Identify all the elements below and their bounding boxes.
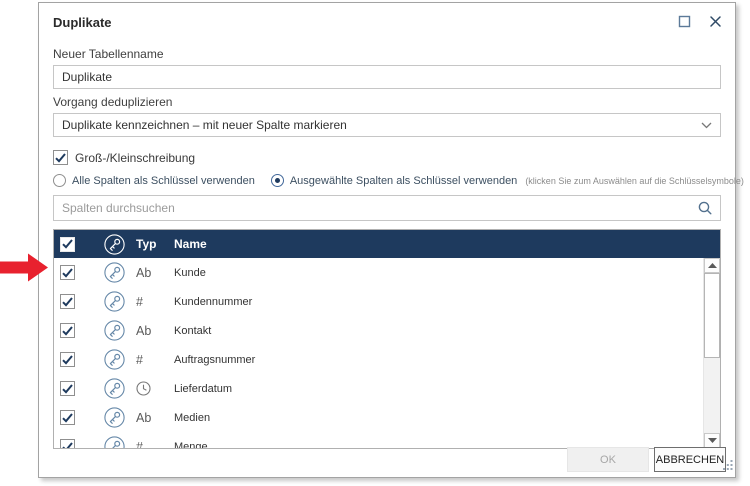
row-key-button[interactable]	[104, 436, 125, 448]
columns-table-header: Typ Name	[54, 230, 720, 258]
table-row[interactable]: Ab Kontakt	[54, 316, 720, 345]
row-checkbox[interactable]	[60, 352, 75, 367]
type-label: Ab	[136, 411, 174, 425]
table-row[interactable]: # Menge	[54, 432, 720, 448]
key-icon	[104, 262, 125, 283]
triangle-down-icon	[708, 438, 717, 443]
type-label: #	[136, 295, 174, 309]
column-name: Kontakt	[174, 325, 720, 337]
table-row[interactable]: Ab Kunde	[54, 258, 720, 287]
maximize-button[interactable]	[677, 14, 692, 29]
row-key-button[interactable]	[104, 349, 125, 370]
cancel-button[interactable]: ABBRECHEN	[654, 447, 726, 472]
case-sensitivity-checkbox[interactable]	[53, 150, 68, 165]
column-search-input[interactable]	[62, 201, 698, 215]
case-sensitivity-label: Groß-/Kleinschreibung	[75, 151, 195, 165]
type-label: Ab	[136, 266, 174, 280]
key-icon	[104, 436, 125, 448]
column-search-box	[53, 195, 721, 221]
check-icon	[62, 268, 73, 278]
row-key-button[interactable]	[104, 262, 125, 283]
radio-selected-columns-label: Ausgewählte Spalten als Schlüssel verwen…	[290, 175, 517, 187]
columns-table: Typ Name Ab Kunde # Kundennummer	[53, 229, 721, 449]
column-header-name: Name	[174, 237, 720, 251]
key-icon	[104, 234, 125, 255]
table-row[interactable]: # Kundennummer	[54, 287, 720, 316]
table-row[interactable]: # Auftragsnummer	[54, 345, 720, 374]
ok-button[interactable]: OK	[567, 447, 649, 472]
row-checkbox[interactable]	[60, 410, 75, 425]
row-checkbox[interactable]	[60, 294, 75, 309]
window-controls	[677, 14, 723, 29]
type-label: #	[136, 353, 174, 367]
column-name: Auftragsnummer	[174, 354, 720, 366]
key-selection-hint: (klicken Sie zum Auswählen auf die Schlü…	[525, 176, 744, 186]
column-header-typ: Typ	[136, 237, 174, 251]
row-checkbox[interactable]	[60, 381, 75, 396]
key-icon	[104, 407, 125, 428]
close-icon	[709, 15, 722, 28]
resize-grip[interactable]	[723, 457, 733, 475]
maximize-icon	[678, 15, 691, 28]
key-icon	[104, 378, 125, 399]
table-name-input[interactable]	[53, 65, 721, 89]
column-name: Kundennummer	[174, 296, 720, 308]
type-label: #	[136, 440, 174, 449]
type-label: Ab	[136, 324, 174, 338]
check-icon	[62, 413, 73, 423]
select-all-key-button[interactable]	[104, 234, 125, 255]
column-name: Medien	[174, 412, 720, 424]
scrollbar-up-button[interactable]	[704, 258, 720, 273]
scrollbar-down-button[interactable]	[704, 433, 720, 448]
row-checkbox[interactable]	[60, 265, 75, 280]
dialog-title: Duplikate	[53, 15, 112, 30]
search-icon	[698, 201, 712, 215]
case-sensitivity-row: Groß-/Kleinschreibung	[53, 150, 721, 165]
grip-dots-icon	[723, 460, 733, 470]
dedup-mode-select[interactable]: Duplikate kennzeichnen – mit neuer Spalt…	[53, 113, 721, 137]
chevron-down-icon	[701, 122, 712, 129]
row-key-button[interactable]	[104, 378, 125, 399]
row-checkbox[interactable]	[60, 323, 75, 338]
clock-icon	[136, 381, 174, 396]
column-name: Lieferdatum	[174, 383, 720, 395]
key-icon	[104, 320, 125, 341]
radio-all-columns[interactable]	[53, 174, 66, 187]
row-checkbox[interactable]	[60, 439, 75, 448]
red-arrow-annotation	[0, 252, 49, 283]
check-icon	[62, 326, 73, 336]
row-key-button[interactable]	[104, 320, 125, 341]
select-all-checkbox[interactable]	[60, 237, 75, 252]
dialog-content: Neuer Tabellenname Vorgang deduplizieren…	[39, 47, 735, 449]
radio-selected-columns[interactable]	[271, 174, 284, 187]
table-row[interactable]: Lieferdatum	[54, 374, 720, 403]
check-icon	[62, 239, 73, 249]
check-icon	[62, 297, 73, 307]
close-button[interactable]	[708, 14, 723, 29]
table-row[interactable]: Ab Medien	[54, 403, 720, 432]
key-icon	[104, 291, 125, 312]
row-key-button[interactable]	[104, 407, 125, 428]
dedup-mode-value: Duplikate kennzeichnen – mit neuer Spalt…	[62, 118, 347, 132]
check-icon	[62, 442, 73, 449]
check-icon	[62, 355, 73, 365]
triangle-up-icon	[708, 263, 717, 268]
operation-label: Vorgang deduplizieren	[53, 95, 721, 109]
radio-all-columns-label: Alle Spalten als Schlüssel verwenden	[72, 175, 255, 187]
key-mode-options: Alle Spalten als Schlüssel verwenden Aus…	[53, 174, 721, 187]
columns-table-body: Ab Kunde # Kundennummer Ab Kontakt	[54, 258, 720, 448]
table-name-label: Neuer Tabellenname	[53, 47, 721, 61]
row-key-button[interactable]	[104, 291, 125, 312]
table-scrollbar[interactable]	[703, 258, 720, 448]
key-icon	[104, 349, 125, 370]
duplicates-dialog: Duplikate Neuer Tabellenname Vorgang ded…	[38, 2, 736, 478]
check-icon	[55, 153, 66, 163]
scrollbar-thumb[interactable]	[704, 273, 720, 358]
column-name: Kunde	[174, 267, 720, 279]
dialog-titlebar: Duplikate	[39, 3, 735, 41]
check-icon	[62, 384, 73, 394]
